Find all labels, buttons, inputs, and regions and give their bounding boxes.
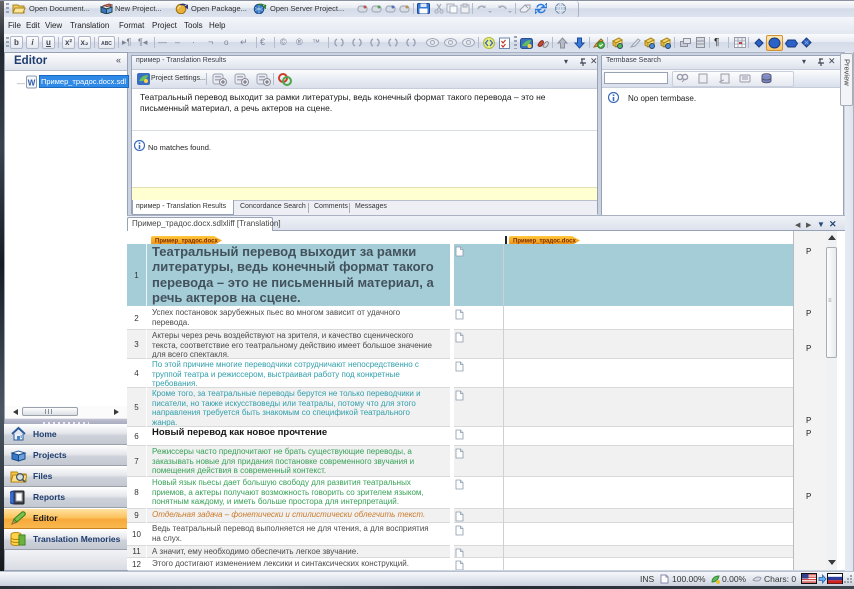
svg-text:W: W [28,79,36,88]
